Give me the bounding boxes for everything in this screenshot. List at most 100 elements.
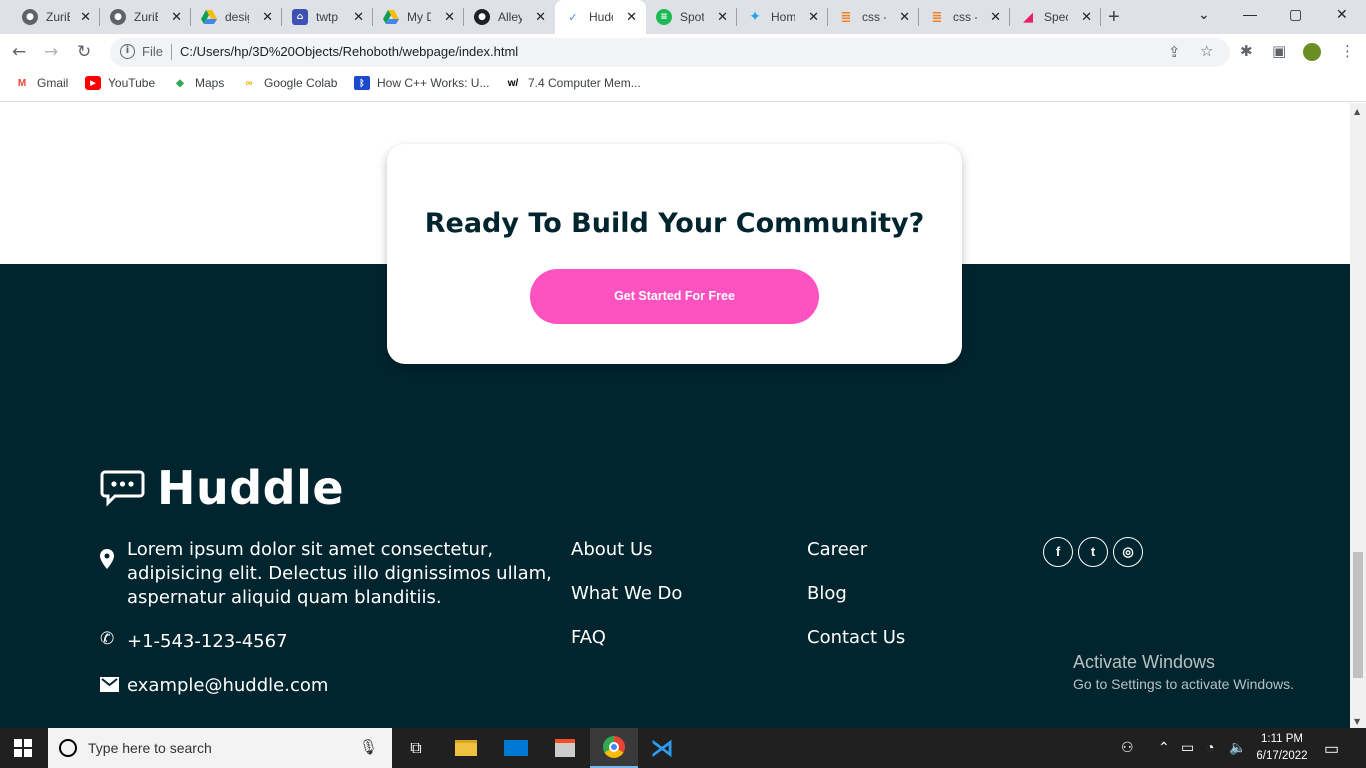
- tab-9[interactable]: ≣ css - ✕: [828, 0, 919, 34]
- bookmark-star-icon[interactable]: ☆: [1200, 43, 1213, 60]
- tab-5[interactable]: ● Alley ✕: [464, 0, 555, 34]
- wifi-icon[interactable]: ◔: [1206, 739, 1214, 755]
- footer-link-faq[interactable]: FAQ: [571, 627, 606, 648]
- close-icon[interactable]: ✕: [353, 9, 364, 25]
- windows-taskbar: Type here to search 🎙 ⧉ ⋊ ⚇ ⌃ ▭ ◔ 🔈 1:11…: [0, 728, 1366, 768]
- address-line: adipisicing elit. Delectus illo dignissi…: [127, 563, 552, 584]
- site-icon: w/: [507, 77, 519, 89]
- huddle-logo[interactable]: Huddle: [100, 461, 344, 515]
- close-icon[interactable]: ✕: [171, 9, 182, 25]
- file-explorer-icon[interactable]: [442, 728, 490, 768]
- footer-link-what-we-do[interactable]: What We Do: [571, 583, 682, 604]
- share-icon[interactable]: ⇪: [1168, 44, 1181, 61]
- tab-6-active[interactable]: ✓ Hudd ✕: [555, 0, 646, 34]
- minimize-button[interactable]: —: [1243, 6, 1257, 22]
- windows-start-icon[interactable]: [14, 739, 32, 757]
- extensions-icon[interactable]: ✱: [1240, 43, 1253, 60]
- show-hidden-icons[interactable]: ⌃: [1158, 739, 1170, 756]
- twitter-icon: ✦: [749, 9, 761, 25]
- battery-icon[interactable]: ▭: [1181, 739, 1194, 756]
- window-close-button[interactable]: ✕: [1336, 6, 1348, 23]
- people-icon[interactable]: ⚇: [1121, 739, 1134, 756]
- side-panel-icon[interactable]: ▣: [1272, 43, 1286, 60]
- url-text[interactable]: C:/Users/hp/3D%20Objects/Rehoboth/webpag…: [180, 44, 518, 59]
- forward-button[interactable]: →: [44, 42, 58, 62]
- tab-11[interactable]: ◢ Spec ✕: [1010, 0, 1101, 34]
- notifications-icon[interactable]: ▭: [1324, 739, 1339, 759]
- twitter-icon[interactable]: t: [1078, 537, 1108, 567]
- tab-8[interactable]: ✦ Hom ✕: [737, 0, 828, 34]
- github-icon: ●: [474, 9, 490, 25]
- scroll-down-icon[interactable]: ▼: [1354, 717, 1360, 726]
- tab-title: Alley: [498, 10, 522, 24]
- volume-icon[interactable]: 🔈: [1229, 739, 1246, 756]
- back-button[interactable]: ←: [12, 42, 26, 62]
- site-icon: ⌂: [292, 9, 308, 25]
- email-address[interactable]: example@huddle.com: [127, 674, 547, 698]
- close-icon[interactable]: ✕: [262, 9, 273, 25]
- get-started-button[interactable]: Get Started For Free: [530, 269, 819, 324]
- tab-title: My D: [407, 10, 431, 24]
- tab-1[interactable]: ● ZuriB ✕: [100, 0, 191, 34]
- tab-4[interactable]: My D ✕: [373, 0, 464, 34]
- menu-icon[interactable]: ⋮: [1340, 43, 1355, 60]
- avatar[interactable]: [1303, 43, 1321, 61]
- tab-3[interactable]: ⌂ twtp ✕: [282, 0, 373, 34]
- footer-link-career[interactable]: Career: [807, 539, 867, 560]
- mail-icon: [100, 677, 119, 692]
- cortana-icon: [59, 739, 77, 757]
- clock-time: 1:11 PM: [1261, 733, 1303, 745]
- cta-card: Ready To Build Your Community? Get Start…: [387, 144, 962, 364]
- tab-2[interactable]: desig ✕: [191, 0, 282, 34]
- close-icon[interactable]: ✕: [444, 9, 455, 25]
- mail-app-icon[interactable]: [492, 728, 540, 768]
- close-icon[interactable]: ✕: [717, 9, 728, 25]
- bookmark-gmail[interactable]: M Gmail: [14, 76, 69, 90]
- close-icon[interactable]: ✕: [899, 9, 910, 25]
- bookmark-label: Gmail: [37, 76, 69, 90]
- bookmark-cpp[interactable]: ᛒ How C++ Works: U...: [354, 76, 489, 90]
- cta-heading: Ready To Build Your Community?: [424, 208, 925, 239]
- close-icon[interactable]: ✕: [1081, 9, 1092, 25]
- web-page: Ready To Build Your Community? Get Start…: [0, 103, 1350, 728]
- footer-link-blog[interactable]: Blog: [807, 583, 847, 604]
- tab-7[interactable]: ≡ Spoti ✕: [646, 0, 737, 34]
- tab-strip: ● ZuriB ✕ ● ZuriB ✕ desig ✕ ⌂ twtp ✕ My …: [0, 0, 1366, 34]
- maximize-button[interactable]: ▢: [1289, 6, 1302, 23]
- close-icon[interactable]: ✕: [990, 9, 1001, 25]
- phone-number[interactable]: +1-543-123-4567: [127, 630, 547, 654]
- vscode-icon[interactable]: ⋊: [638, 728, 686, 768]
- store-icon[interactable]: [541, 728, 589, 768]
- footer-link-about[interactable]: About Us: [571, 539, 653, 560]
- address-line: Lorem ipsum dolor sit amet consectetur,: [127, 539, 494, 560]
- clock[interactable]: 1:11 PM 6/17/2022: [1254, 731, 1310, 765]
- microphone-icon[interactable]: 🎙: [359, 738, 378, 756]
- vertical-scrollbar[interactable]: ▲ ▼: [1350, 103, 1366, 728]
- address-bar[interactable]: i File C:/Users/hp/3D%20Objects/Rehoboth…: [110, 38, 1230, 67]
- instagram-icon[interactable]: ◎: [1113, 537, 1143, 567]
- bookmark-maps[interactable]: ◆ Maps: [172, 76, 224, 90]
- bookmark-youtube[interactable]: ▶ YouTube: [85, 76, 155, 90]
- github-icon: ●: [22, 9, 38, 25]
- reload-button[interactable]: ↻: [77, 42, 91, 62]
- bookmark-colab[interactable]: ∞ Google Colab: [241, 76, 337, 90]
- close-icon[interactable]: ✕: [626, 9, 637, 25]
- close-icon[interactable]: ✕: [535, 9, 546, 25]
- scroll-up-icon[interactable]: ▲: [1354, 107, 1360, 116]
- scroll-thumb[interactable]: [1353, 552, 1363, 678]
- close-icon[interactable]: ✕: [80, 9, 91, 25]
- task-view-icon[interactable]: ⧉: [392, 728, 440, 768]
- google-drive-icon: [383, 9, 399, 25]
- taskbar-search[interactable]: Type here to search 🎙: [48, 728, 392, 768]
- close-icon[interactable]: ✕: [808, 9, 819, 25]
- info-icon[interactable]: i: [120, 44, 135, 59]
- chrome-icon[interactable]: [590, 728, 638, 768]
- footer-link-contact[interactable]: Contact Us: [807, 627, 905, 648]
- tab-search-icon[interactable]: ⌄: [1198, 6, 1210, 23]
- tab-10[interactable]: ≣ css - ✕: [919, 0, 1010, 34]
- bookmark-computer-mem[interactable]: w/ 7.4 Computer Mem...: [505, 76, 641, 90]
- github-icon: ●: [110, 9, 126, 25]
- tab-0[interactable]: ● ZuriB ✕: [12, 0, 100, 34]
- facebook-icon[interactable]: f: [1043, 537, 1073, 567]
- new-tab-button[interactable]: +: [1108, 6, 1120, 28]
